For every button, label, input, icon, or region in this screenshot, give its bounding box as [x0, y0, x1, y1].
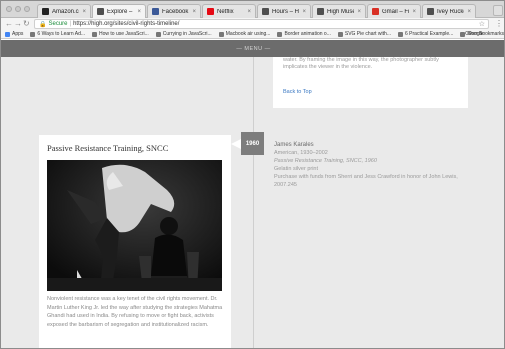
- address-bar[interactable]: 🔒 Secure | https://high.org/sites/civil-…: [34, 19, 489, 29]
- entry-photograph: [47, 160, 222, 291]
- back-to-top-link[interactable]: Back to Top: [283, 89, 312, 95]
- url-text[interactable]: https://high.org/sites/civil-rights-time…: [73, 21, 179, 27]
- bookmark-item[interactable]: Macbook air using...: [218, 31, 271, 37]
- close-tab-icon[interactable]: ×: [82, 9, 86, 15]
- bookmark-favicon-icon: [277, 31, 283, 37]
- tab-hours-high[interactable]: Hours – High ×: [257, 4, 311, 18]
- bookmark-label: Border animation o...: [284, 31, 331, 37]
- tab-ivey-rucket[interactable]: Ivey Rucket ×: [422, 4, 476, 18]
- browser-menu-icon[interactable]: ⋮: [495, 19, 503, 28]
- bookmark-label: SVG Pie chart with...: [344, 31, 391, 37]
- tab-label: Amazon.com: [52, 8, 79, 15]
- close-tab-icon[interactable]: ×: [467, 9, 471, 15]
- timeline-entry-card: Passive Resistance Training, SNCC Nonvio…: [39, 135, 231, 348]
- facebook-favicon-icon: [152, 8, 159, 15]
- bookmark-item[interactable]: Border animation o...: [277, 31, 331, 37]
- artwork-details: James Karales American, 1930–2002 Passiv…: [274, 141, 474, 189]
- bookmark-favicon-icon: [92, 31, 98, 37]
- high-museum-favicon-icon: [317, 8, 324, 15]
- tab-label: Facebook: [162, 8, 189, 15]
- tab-label: Hours – High: [272, 8, 300, 15]
- bookmark-item[interactable]: SVG Pie chart with...: [337, 31, 391, 37]
- artist-nationality: American, 1930–2002: [274, 150, 328, 156]
- other-bookmarks[interactable]: Other Bookmarks: [465, 31, 504, 37]
- bookmark-item[interactable]: Currying in JavaScri...: [155, 31, 212, 37]
- bookmark-favicon-icon: [337, 31, 343, 37]
- gmail-favicon-icon: [372, 8, 379, 15]
- close-tab-icon[interactable]: ×: [302, 9, 306, 15]
- tab-label: Gmail – Free: [382, 8, 410, 15]
- close-window-button[interactable]: [6, 6, 12, 12]
- reload-icon[interactable]: ↻: [23, 19, 30, 29]
- bookmarks-bar: Apps 6 Ways to Learn Ad... How to use Ja…: [1, 30, 504, 39]
- forward-arrow-icon[interactable]: →: [14, 19, 22, 29]
- year-badge: 1960: [241, 132, 264, 155]
- page-favicon-icon: [427, 8, 434, 15]
- previous-entry-card: water. By framing the image in this way,…: [273, 57, 468, 108]
- address-separator: |: [69, 21, 72, 27]
- bookmark-item[interactable]: 6 Practical Example...: [398, 31, 453, 37]
- minimize-window-button[interactable]: [15, 6, 21, 12]
- entry-caption: Nonviolent resistance was a key tenet of…: [47, 296, 223, 328]
- high-museum-favicon-icon: [97, 8, 104, 15]
- close-tab-icon[interactable]: ×: [357, 9, 361, 15]
- timeline-page: water. By framing the image in this way,…: [1, 57, 504, 348]
- tab-label: Explore – High: [107, 8, 134, 15]
- back-arrow-icon[interactable]: ←: [5, 19, 13, 29]
- netflix-favicon-icon: [207, 8, 214, 15]
- tab-label: Netflix: [217, 8, 234, 15]
- close-tab-icon[interactable]: ×: [412, 9, 416, 15]
- bookmark-label: 6 Practical Example...: [405, 31, 454, 37]
- bookmark-star-icon[interactable]: ☆: [479, 20, 485, 28]
- tab-label: High Museum: [327, 8, 354, 15]
- bookmark-item[interactable]: How to use JavaScri...: [92, 31, 149, 37]
- browser-window: Amazon.com × Explore – High × Facebook ×…: [0, 0, 505, 349]
- close-tab-icon[interactable]: ×: [192, 9, 196, 15]
- previous-entry-text: water. By framing the image in this way,…: [283, 57, 439, 70]
- tab-label: Ivey Rucket: [437, 8, 464, 15]
- bookmark-label: Currying in JavaScri...: [162, 31, 212, 37]
- amazon-favicon-icon: [42, 8, 49, 15]
- bookmark-item[interactable]: 6 Ways to Learn Ad...: [30, 31, 85, 37]
- bookmark-label: How to use JavaScri...: [99, 31, 149, 37]
- tab-high-museum[interactable]: High Museum ×: [312, 4, 366, 18]
- apps-grid-icon: [5, 31, 10, 37]
- timeline-line: [253, 57, 254, 348]
- bookmark-favicon-icon: [30, 31, 36, 37]
- bookmark-favicon-icon: [398, 31, 403, 37]
- tab-facebook[interactable]: Facebook ×: [147, 4, 201, 18]
- close-tab-icon[interactable]: ×: [137, 9, 141, 15]
- tab-strip: Amazon.com × Explore – High × Facebook ×…: [1, 1, 504, 18]
- bookmark-label: 6 Ways to Learn Ad...: [37, 31, 86, 37]
- tab-gmail[interactable]: Gmail – Free ×: [367, 4, 421, 18]
- bookmark-favicon-icon: [218, 31, 224, 37]
- card-pointer: [231, 139, 241, 149]
- bookmark-label: Apps: [12, 31, 24, 37]
- lock-icon: 🔒: [39, 21, 47, 28]
- entry-title: Passive Resistance Training, SNCC: [47, 143, 169, 153]
- window-controls: [6, 6, 30, 12]
- bookmark-label: Macbook air using...: [225, 31, 271, 37]
- new-tab-button[interactable]: [493, 5, 503, 16]
- secure-label: Secure: [48, 21, 68, 27]
- artwork-credit: Purchase with funds from Sherri and Jess…: [274, 174, 458, 188]
- close-tab-icon[interactable]: ×: [247, 9, 251, 15]
- site-menu-bar[interactable]: — MENU —: [1, 40, 504, 57]
- tab-amazon[interactable]: Amazon.com ×: [37, 4, 91, 18]
- tab-netflix[interactable]: Netflix ×: [202, 4, 256, 18]
- artist-name: James Karales: [274, 142, 314, 148]
- navigation-bar: ← → ↻ 🔒 Secure | https://high.org/sites/…: [1, 18, 504, 30]
- tab-explore-high[interactable]: Explore – High ×: [92, 4, 146, 18]
- high-museum-favicon-icon: [262, 8, 269, 15]
- artwork-title: Passive Resistance Training, SNCC, 1960: [274, 158, 377, 164]
- photograph-image: [47, 160, 222, 291]
- bookmark-apps[interactable]: Apps: [5, 31, 23, 37]
- bookmark-favicon-icon: [155, 31, 161, 37]
- maximize-window-button[interactable]: [24, 6, 30, 12]
- year-label: 1960: [245, 140, 260, 147]
- menu-label[interactable]: — MENU —: [236, 46, 270, 52]
- artwork-medium: Gelatin silver print: [274, 166, 319, 172]
